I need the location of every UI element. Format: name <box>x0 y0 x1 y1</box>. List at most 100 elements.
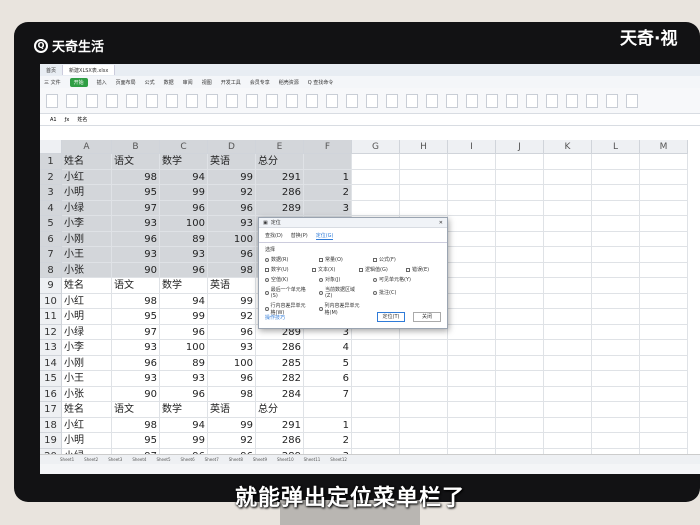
row-header[interactable]: 5 <box>40 216 62 232</box>
column-header[interactable]: J <box>496 140 544 154</box>
table-cell[interactable]: 100 <box>160 216 208 232</box>
table-cell[interactable] <box>640 417 688 433</box>
table-cell[interactable] <box>496 247 544 263</box>
table-cell[interactable] <box>640 169 688 185</box>
table-cell[interactable]: 93 <box>112 247 160 263</box>
table-cell[interactable] <box>544 169 592 185</box>
sheet-tab[interactable]: Sheet4 <box>132 457 146 462</box>
table-cell[interactable]: 2 <box>304 185 352 201</box>
row-header[interactable]: 9 <box>40 278 62 294</box>
row-header[interactable]: 6 <box>40 231 62 247</box>
table-cell[interactable]: 93 <box>208 216 256 232</box>
table-cell[interactable] <box>496 355 544 371</box>
table-cell[interactable]: 小李 <box>62 340 112 356</box>
checkbox-icon[interactable] <box>319 257 323 262</box>
close-button[interactable]: 关闭 <box>413 312 441 322</box>
tips-link[interactable]: 操作技巧 <box>265 314 285 321</box>
table-cell[interactable] <box>448 417 496 433</box>
table-cell[interactable]: 1 <box>304 417 352 433</box>
table-cell[interactable] <box>592 231 640 247</box>
checkbox-icon[interactable] <box>265 267 269 272</box>
table-cell[interactable] <box>496 200 544 216</box>
row-header[interactable]: 12 <box>40 324 62 340</box>
row-header[interactable]: 14 <box>40 355 62 371</box>
row-header[interactable]: 13 <box>40 340 62 356</box>
ribbon-tool-icon[interactable] <box>206 93 218 108</box>
ribbon-tool-icon[interactable] <box>426 93 438 108</box>
table-cell[interactable]: 6 <box>304 371 352 387</box>
column-header[interactable]: M <box>640 140 688 154</box>
radio-icon[interactable] <box>265 257 269 262</box>
table-cell[interactable] <box>592 169 640 185</box>
ribbon-tool-icon[interactable] <box>366 93 378 108</box>
table-cell[interactable] <box>352 433 400 449</box>
table-cell[interactable] <box>640 278 688 294</box>
table-cell[interactable]: 286 <box>256 340 304 356</box>
menu-item[interactable]: Q 查找命令 <box>308 79 334 86</box>
table-cell[interactable] <box>496 433 544 449</box>
table-cell[interactable] <box>544 324 592 340</box>
table-cell[interactable] <box>448 386 496 402</box>
table-cell[interactable] <box>640 154 688 170</box>
table-cell[interactable] <box>400 200 448 216</box>
table-cell[interactable] <box>592 278 640 294</box>
goto-option[interactable]: 空值(K) <box>265 276 307 283</box>
menu-item[interactable]: 页面布局 <box>116 79 136 86</box>
table-cell[interactable] <box>400 169 448 185</box>
table-cell[interactable] <box>544 216 592 232</box>
radio-icon[interactable] <box>319 277 323 282</box>
ribbon-tool-icon[interactable] <box>566 93 578 108</box>
table-cell[interactable]: 92 <box>208 185 256 201</box>
table-cell[interactable]: 90 <box>112 262 160 278</box>
table-cell[interactable] <box>448 262 496 278</box>
table-cell[interactable] <box>496 185 544 201</box>
table-cell[interactable]: 小红 <box>62 169 112 185</box>
column-header[interactable]: A <box>62 140 112 154</box>
table-cell[interactable]: 282 <box>256 371 304 387</box>
ribbon-tool-icon[interactable] <box>466 93 478 108</box>
sheet-tab[interactable]: Sheet5 <box>156 457 170 462</box>
table-cell[interactable]: 96 <box>208 324 256 340</box>
table-cell[interactable]: 98 <box>112 293 160 309</box>
row-header[interactable]: 19 <box>40 433 62 449</box>
ribbon-tool-icon[interactable] <box>266 93 278 108</box>
table-cell[interactable] <box>496 154 544 170</box>
table-cell[interactable] <box>448 278 496 294</box>
table-cell[interactable] <box>544 433 592 449</box>
table-cell[interactable]: 99 <box>208 417 256 433</box>
ribbon-tool-icon[interactable] <box>166 93 178 108</box>
ribbon-tool-icon[interactable] <box>546 93 558 108</box>
table-cell[interactable] <box>448 185 496 201</box>
table-cell[interactable]: 1 <box>304 169 352 185</box>
table-cell[interactable]: 小张 <box>62 262 112 278</box>
table-cell[interactable] <box>592 355 640 371</box>
table-cell[interactable] <box>592 417 640 433</box>
table-cell[interactable] <box>544 340 592 356</box>
menu-item[interactable]: 插入 <box>97 79 107 86</box>
ribbon-tool-icon[interactable] <box>146 93 158 108</box>
table-cell[interactable] <box>640 231 688 247</box>
table-cell[interactable]: 总分 <box>256 154 304 170</box>
dialog-close-icon[interactable]: ✕ <box>439 220 443 226</box>
ribbon-tool-icon[interactable] <box>246 93 258 108</box>
menu-item[interactable]: 稻壳资源 <box>279 79 299 86</box>
table-cell[interactable] <box>592 247 640 263</box>
table-cell[interactable] <box>592 293 640 309</box>
table-cell[interactable]: 95 <box>112 309 160 325</box>
table-cell[interactable] <box>448 433 496 449</box>
table-cell[interactable] <box>352 386 400 402</box>
table-cell[interactable] <box>592 324 640 340</box>
table-cell[interactable]: 96 <box>160 200 208 216</box>
ribbon-tool-icon[interactable] <box>506 93 518 108</box>
table-cell[interactable] <box>400 185 448 201</box>
sheet-tab[interactable]: Sheet6 <box>181 457 195 462</box>
table-cell[interactable]: 94 <box>160 169 208 185</box>
menu-item[interactable]: 三 文件 <box>44 79 61 86</box>
table-cell[interactable] <box>448 371 496 387</box>
goto-option[interactable]: 可见单元格(Y) <box>373 276 415 283</box>
table-cell[interactable] <box>496 216 544 232</box>
ribbon-tool-icon[interactable] <box>66 93 78 108</box>
sheet-tab[interactable]: Sheet7 <box>205 457 219 462</box>
table-cell[interactable] <box>640 185 688 201</box>
table-cell[interactable] <box>496 169 544 185</box>
